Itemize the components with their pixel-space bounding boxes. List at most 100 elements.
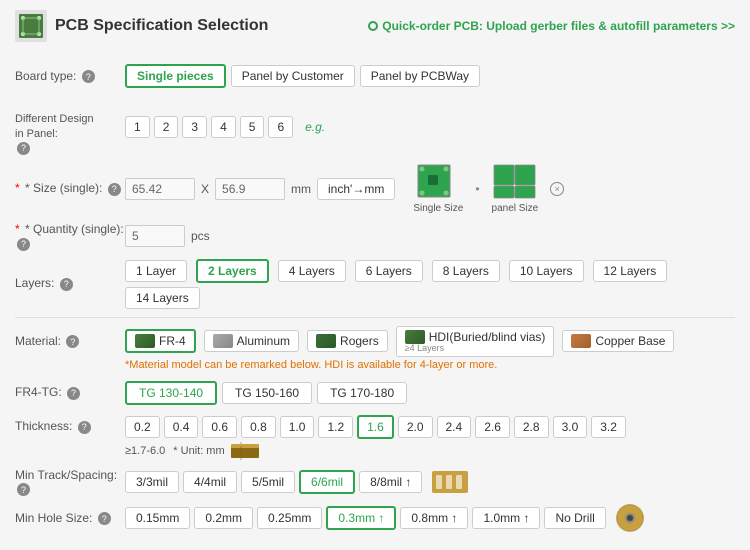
tg-150-160[interactable]: TG 150-160: [222, 382, 312, 404]
layers-8[interactable]: 8 Layers: [432, 260, 500, 282]
board-type-panel-customer[interactable]: Panel by Customer: [231, 65, 355, 87]
thickness-row: Thickness: ? 0.2 0.4 0.6 0.8 1.0 1.2 1.6…: [15, 415, 735, 460]
design-num-3[interactable]: 3: [182, 116, 207, 138]
layers-6[interactable]: 6 Layers: [355, 260, 423, 282]
layers-1[interactable]: 1 Layer: [125, 260, 187, 282]
size-help-icon[interactable]: ?: [108, 183, 121, 196]
single-size-image: Single Size: [413, 163, 463, 214]
thickness-sub-note: ≥1.7-6.0: [125, 445, 165, 457]
min-hole-label: Min Hole Size: ?: [15, 511, 125, 526]
single-size-label: Single Size: [413, 203, 463, 214]
layers-2[interactable]: 2 Layers: [196, 259, 269, 283]
size-height-input[interactable]: [215, 178, 285, 200]
thick-0.8[interactable]: 0.8: [241, 416, 276, 438]
thickness-options: 0.2 0.4 0.6 0.8 1.0 1.2 1.6 2.0 2.4 2.6 …: [125, 415, 630, 439]
material-row: Material: ? FR-4 Aluminum Rogers: [15, 326, 735, 371]
track-6-6[interactable]: 6/6mil: [299, 470, 355, 494]
thick-1.6[interactable]: 1.6: [357, 415, 394, 439]
track-8-8[interactable]: 8/8mil ↑: [359, 471, 422, 493]
layers-12[interactable]: 12 Layers: [593, 260, 668, 282]
hole-0.15[interactable]: 0.15mm: [125, 507, 190, 529]
size-dot-separator: •: [475, 182, 479, 196]
min-hole-row: Min Hole Size: ? 0.15mm 0.2mm 0.25mm 0.3…: [15, 504, 735, 532]
size-label: * * Size (single): ?: [15, 181, 125, 196]
board-type-options: Single pieces Panel by Customer Panel by…: [125, 64, 485, 88]
min-track-help-icon[interactable]: ?: [17, 483, 30, 496]
design-num-4[interactable]: 4: [211, 116, 236, 138]
design-num-2[interactable]: 2: [154, 116, 179, 138]
layers-options: 1 Layer 2 Layers 4 Layers 6 Layers 8 Lay…: [125, 259, 735, 309]
rogers-icon: [316, 334, 336, 348]
quantity-label: * * Quantity (single): ?: [15, 222, 125, 251]
layers-14[interactable]: 14 Layers: [125, 287, 200, 309]
layers-10[interactable]: 10 Layers: [509, 260, 584, 282]
min-track-row: Min Track/Spacing: ? 3/3mil 4/4mil 5/5mi…: [15, 468, 735, 497]
design-num-1[interactable]: 1: [125, 116, 150, 138]
thick-0.4[interactable]: 0.4: [164, 416, 199, 438]
quick-order-link[interactable]: Quick-order PCB: Upload gerber files & a…: [368, 19, 735, 33]
material-options: FR-4 Aluminum Rogers HDI(Buried/blind vi…: [125, 326, 682, 357]
pcb-logo-icon: [15, 10, 47, 42]
board-type-panel-pcbway[interactable]: Panel by PCBWay: [360, 65, 480, 87]
hole-1.0[interactable]: 1.0mm ↑: [472, 507, 540, 529]
size-row: * * Size (single): ? X mm inch'→mm Singl…: [15, 163, 735, 214]
layers-row: Layers: ? 1 Layer 2 Layers 4 Layers 6 La…: [15, 259, 735, 309]
track-5-5[interactable]: 5/5mil: [241, 471, 295, 493]
thick-2.4[interactable]: 2.4: [437, 416, 472, 438]
tg-130-140[interactable]: TG 130-140: [125, 381, 217, 405]
tg-170-180[interactable]: TG 170-180: [317, 382, 407, 404]
track-spacing-img: [432, 471, 468, 493]
track-3-3[interactable]: 3/3mil: [125, 471, 179, 493]
material-note: *Material model can be remarked below. H…: [125, 359, 497, 371]
panel-size-label: panel Size: [492, 203, 539, 214]
size-close-icon[interactable]: ×: [550, 182, 564, 196]
hole-0.2[interactable]: 0.2mm: [194, 507, 253, 529]
thick-2.0[interactable]: 2.0: [398, 416, 433, 438]
hole-0.8[interactable]: 0.8mm ↑: [400, 507, 468, 529]
hole-no-drill[interactable]: No Drill: [544, 507, 605, 529]
thick-0.2[interactable]: 0.2: [125, 416, 160, 438]
different-design-row: Different Design in Panel: ? 1 2 3 4 5 6…: [15, 98, 735, 155]
material-label: Material: ?: [15, 334, 125, 349]
unit-convert-btn[interactable]: inch'→mm: [317, 178, 395, 200]
material-copper[interactable]: Copper Base: [562, 330, 674, 352]
hole-0.25[interactable]: 0.25mm: [257, 507, 322, 529]
thick-0.6[interactable]: 0.6: [202, 416, 237, 438]
design-num-5[interactable]: 5: [240, 116, 265, 138]
board-type-help-icon[interactable]: ?: [82, 70, 95, 83]
quick-order-dot: [368, 21, 378, 31]
board-type-single[interactable]: Single pieces: [125, 64, 226, 88]
thickness-img: [231, 442, 261, 460]
pcb-form: PCB Specification Selection Quick-order …: [0, 0, 750, 550]
design-num-6[interactable]: 6: [268, 116, 293, 138]
material-hdi[interactable]: HDI(Buried/blind vias) ≥4 Layers: [396, 326, 555, 357]
pcs-label: pcs: [191, 229, 210, 243]
min-hole-help-icon[interactable]: ?: [98, 512, 111, 525]
quantity-help-icon[interactable]: ?: [17, 238, 30, 251]
hole-0.3[interactable]: 0.3mm ↑: [326, 506, 396, 530]
design-number-options: 1 2 3 4 5 6 e.g.: [125, 116, 325, 138]
thick-2.6[interactable]: 2.6: [475, 416, 510, 438]
thick-3.0[interactable]: 3.0: [553, 416, 588, 438]
header: PCB Specification Selection Quick-order …: [15, 10, 735, 50]
material-help-icon[interactable]: ?: [66, 335, 79, 348]
hdi-icon: [405, 330, 425, 344]
eg-link[interactable]: e.g.: [305, 120, 325, 134]
thick-1.0[interactable]: 1.0: [280, 416, 315, 438]
thickness-label: Thickness: ?: [15, 419, 125, 434]
layers-4[interactable]: 4 Layers: [278, 260, 346, 282]
layers-help-icon[interactable]: ?: [60, 278, 73, 291]
fr4-tg-help-icon[interactable]: ?: [67, 387, 80, 400]
divider-1: [15, 317, 735, 318]
thick-1.2[interactable]: 1.2: [318, 416, 353, 438]
different-design-help-icon[interactable]: ?: [17, 142, 30, 155]
material-rogers[interactable]: Rogers: [307, 330, 388, 352]
thick-2.8[interactable]: 2.8: [514, 416, 549, 438]
material-aluminum[interactable]: Aluminum: [204, 330, 299, 352]
size-width-input[interactable]: [125, 178, 195, 200]
quantity-input[interactable]: [125, 225, 185, 247]
track-4-4[interactable]: 4/4mil: [183, 471, 237, 493]
material-fr4[interactable]: FR-4: [125, 329, 196, 353]
thickness-help-icon[interactable]: ?: [78, 421, 91, 434]
thick-3.2[interactable]: 3.2: [591, 416, 626, 438]
